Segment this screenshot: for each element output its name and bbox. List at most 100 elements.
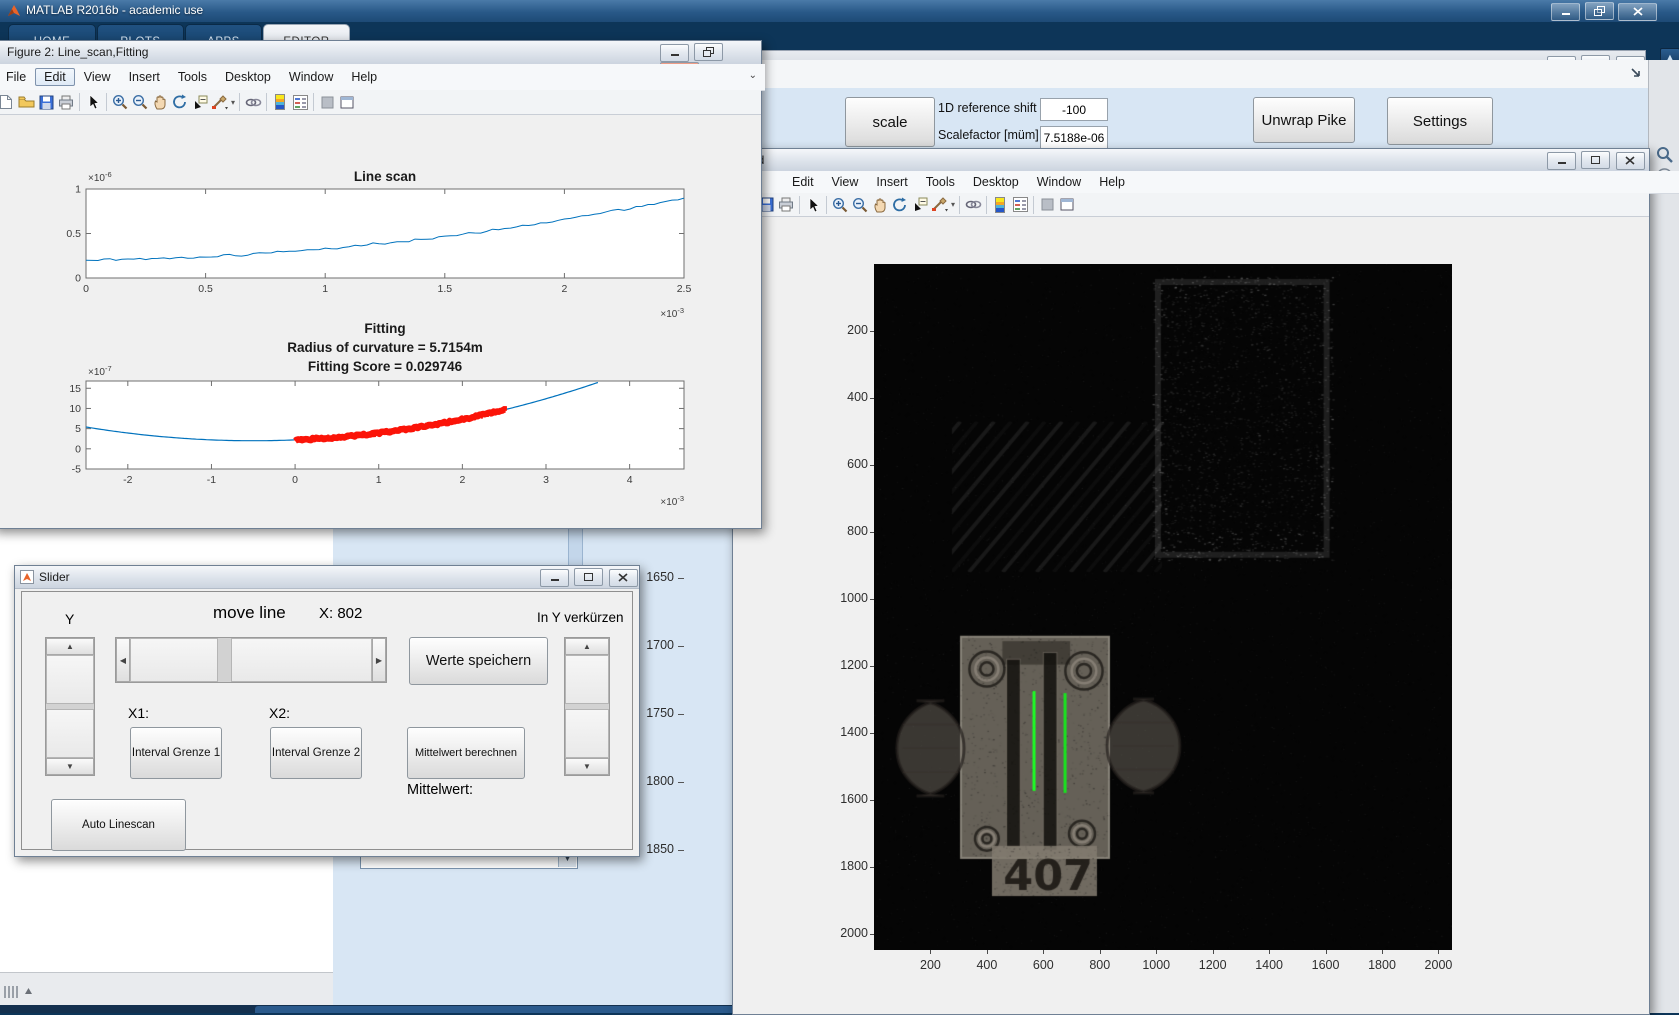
slider-down-icon[interactable]: ▼: [46, 758, 94, 775]
interval-limit-2-button[interactable]: Interval Grenze 2: [270, 727, 362, 779]
settings-button[interactable]: Settings: [1387, 97, 1493, 145]
scrollbar-fragment[interactable]: [568, 527, 583, 567]
restore-button[interactable]: [1585, 2, 1614, 20]
dock-figure-icon[interactable]: [337, 92, 357, 112]
print-icon[interactable]: [776, 195, 796, 215]
menu-insert[interactable]: Insert: [120, 68, 169, 86]
slider-right-icon[interactable]: ▶: [372, 638, 386, 682]
matlab-logo-icon: [6, 3, 22, 19]
minimize-button[interactable]: [660, 44, 689, 62]
dock-figure-icon[interactable]: [1057, 195, 1077, 215]
move-line-label: move line: [213, 603, 286, 623]
pan-hand-icon[interactable]: [870, 195, 890, 215]
zoom-in-icon[interactable]: [110, 92, 130, 112]
menu-desktop[interactable]: Desktop: [964, 173, 1028, 191]
minimize-button[interactable]: [1551, 3, 1580, 21]
slider-up-icon[interactable]: ▲: [46, 638, 94, 655]
insert-legend-icon[interactable]: [290, 92, 310, 112]
ref-shift-input[interactable]: [1040, 98, 1108, 121]
close-button[interactable]: [609, 569, 638, 587]
insert-colorbar-icon[interactable]: [990, 195, 1010, 215]
figure2-title-bar[interactable]: Figure 2: Line_scan,Fitting: [0, 41, 761, 65]
link-plot-icon[interactable]: [963, 195, 983, 215]
slider-down-icon[interactable]: ▼: [565, 758, 609, 775]
slider-up-icon[interactable]: ▲: [565, 638, 609, 655]
slider-track[interactable]: [565, 709, 609, 758]
slider-left-icon[interactable]: ◀: [116, 638, 130, 682]
pan-hand-icon[interactable]: [150, 92, 170, 112]
scalefactor-input[interactable]: [1040, 126, 1108, 149]
save-values-button[interactable]: Werte speichern: [409, 637, 548, 685]
insert-colorbar-icon[interactable]: [270, 92, 290, 112]
dock-axes-icon[interactable]: [1037, 195, 1057, 215]
zoom-out-icon[interactable]: [850, 195, 870, 215]
brush-dropdown-icon[interactable]: ▾: [231, 98, 235, 107]
print-icon[interactable]: [56, 92, 76, 112]
close-button[interactable]: [1618, 3, 1657, 21]
image-y-tick-label: 1000: [828, 591, 868, 605]
new-file-icon[interactable]: [0, 92, 16, 112]
slider-thumb[interactable]: [218, 638, 231, 682]
taskbar-segment[interactable]: [255, 1006, 737, 1013]
interval-limit-1-button[interactable]: Interval Grenze 1: [130, 727, 222, 779]
pointer-icon[interactable]: [803, 195, 823, 215]
menu-edit[interactable]: Edit: [35, 68, 75, 86]
menu-edit[interactable]: Edit: [783, 173, 823, 191]
link-plot-icon[interactable]: [243, 92, 263, 112]
slider-track[interactable]: [46, 709, 94, 758]
insert-legend-icon[interactable]: [1010, 195, 1030, 215]
unwrap-pike-button[interactable]: Unwrap Pike: [1253, 97, 1355, 143]
brush-icon[interactable]: [210, 92, 230, 112]
calc-mean-button[interactable]: Mittelwert berechnen: [407, 727, 525, 779]
search-icon[interactable]: [1656, 146, 1673, 163]
slider-track[interactable]: [46, 655, 94, 704]
data-cursor-icon[interactable]: [190, 92, 210, 112]
menu-view[interactable]: View: [75, 68, 120, 86]
save-icon[interactable]: [36, 92, 56, 112]
image-figure-window: ld EditViewInsertToolsDesktopWindowHelp⌄…: [732, 148, 1650, 1015]
y-slider[interactable]: ▲ ▼: [45, 637, 95, 776]
scale-button[interactable]: scale: [845, 97, 935, 147]
open-folder-icon[interactable]: [16, 92, 36, 112]
menu-view[interactable]: View: [823, 173, 868, 191]
menu-tools[interactable]: Tools: [917, 173, 964, 191]
restore-button[interactable]: [694, 43, 723, 61]
brush-dropdown-icon[interactable]: ▾: [951, 200, 955, 209]
brush-icon[interactable]: [930, 195, 950, 215]
figure-menu-bar: EditViewInsertToolsDesktopWindowHelp⌄: [733, 171, 1679, 194]
axis-tick: [678, 646, 684, 647]
dock-arrow-icon[interactable]: [1630, 67, 1642, 79]
slider-title-bar[interactable]: Slider: [15, 566, 639, 589]
resize-grip[interactable]: [4, 983, 33, 1001]
close-button[interactable]: [1616, 152, 1645, 170]
slider-track[interactable]: [565, 655, 609, 704]
menu-file[interactable]: File: [0, 68, 35, 86]
data-cursor-icon[interactable]: [910, 195, 930, 215]
menu-insert[interactable]: Insert: [867, 173, 916, 191]
rotate-3d-icon[interactable]: [890, 195, 910, 215]
menu-window[interactable]: Window: [1028, 173, 1090, 191]
slider-track[interactable]: [130, 638, 218, 682]
slider-track[interactable]: [231, 638, 372, 682]
rotate-3d-icon[interactable]: [170, 92, 190, 112]
maximize-button[interactable]: [574, 568, 603, 586]
figure-title-bar[interactable]: ld: [733, 149, 1649, 172]
auto-linescan-button[interactable]: Auto Linescan: [51, 799, 186, 851]
menu-help[interactable]: Help: [1090, 173, 1134, 191]
menu-window[interactable]: Window: [280, 68, 342, 86]
phase-image[interactable]: [874, 264, 1452, 950]
minimize-button[interactable]: [1547, 152, 1576, 170]
dock-axes-icon[interactable]: [317, 92, 337, 112]
menu-desktop[interactable]: Desktop: [216, 68, 280, 86]
zoom-in-icon[interactable]: [830, 195, 850, 215]
pointer-icon[interactable]: [83, 92, 103, 112]
shorten-y-slider[interactable]: ▲ ▼: [564, 637, 610, 776]
move-line-slider[interactable]: ◀ ▶: [115, 637, 387, 683]
menu-overflow-icon[interactable]: ⌄: [749, 70, 757, 81]
minimize-button[interactable]: [540, 569, 569, 587]
matlab-doc-icon: [20, 570, 34, 584]
menu-tools[interactable]: Tools: [169, 68, 216, 86]
zoom-out-icon[interactable]: [130, 92, 150, 112]
maximize-button[interactable]: [1581, 151, 1610, 169]
menu-help[interactable]: Help: [342, 68, 386, 86]
